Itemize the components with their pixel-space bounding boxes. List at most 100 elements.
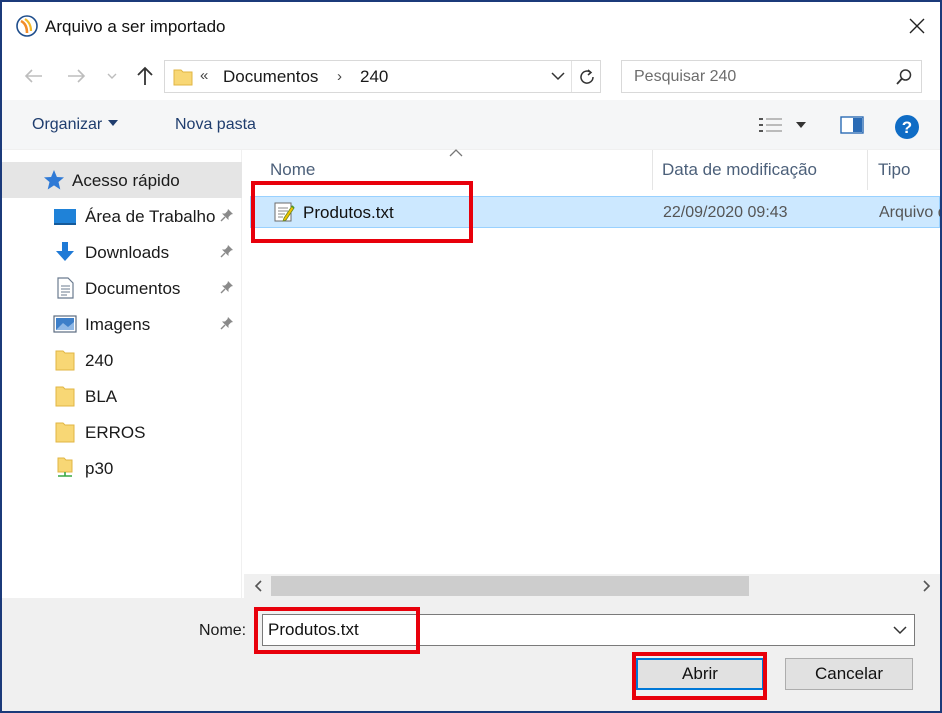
file-name-dropdown-button[interactable] [886, 615, 914, 645]
svg-text:?: ? [902, 118, 912, 137]
text-file-icon [274, 202, 295, 222]
table-row[interactable]: Produtos.txt 22/09/2020 09:43 Arquivo de… [250, 196, 940, 228]
sidebar-item-desktop[interactable]: Área de Trabalho [2, 198, 242, 234]
navigation-pane: Acesso rápido Área de Trabalho Downloads [2, 150, 242, 598]
sidebar-item-label: Acesso rápido [72, 171, 180, 190]
search-icon [896, 69, 912, 85]
arrow-left-icon [24, 69, 42, 83]
star-icon [44, 170, 64, 190]
pin-icon [220, 317, 233, 330]
folder-icon [55, 350, 75, 371]
view-options-dropdown[interactable] [795, 113, 807, 137]
column-header-date[interactable]: Data de modificação [662, 160, 817, 180]
navigation-bar: « Documentos › 240 [2, 52, 940, 100]
file-name-label: Nome: [199, 622, 247, 639]
dialog-footer: Nome: Abrir Cancelar [2, 598, 940, 711]
breadcrumb-separator[interactable]: › [337, 68, 342, 85]
folder-icon [173, 69, 193, 86]
search-input[interactable] [622, 61, 890, 92]
sidebar-item-label: p30 [85, 459, 114, 478]
pictures-icon [53, 315, 77, 333]
sort-ascending-icon [449, 149, 463, 157]
address-overflow[interactable]: « [200, 67, 208, 84]
column-header-row: Nome Data de modificação Tipo [244, 149, 940, 190]
chevron-left-icon [254, 580, 262, 592]
recent-locations-button[interactable] [102, 64, 122, 88]
new-folder-button[interactable]: Nova pasta [175, 116, 256, 134]
sidebar-item-pictures[interactable]: Imagens [2, 306, 242, 342]
caret-down-icon [108, 119, 119, 126]
help-button[interactable]: ? [894, 114, 920, 144]
file-list: Nome Data de modificação Tipo Produtos.t… [244, 149, 940, 598]
column-header-type[interactable]: Tipo [878, 160, 910, 180]
chevron-down-icon [107, 73, 117, 79]
sidebar-item-quick-access[interactable]: Acesso rápido [2, 162, 242, 198]
organize-label: Organizar [32, 116, 103, 133]
address-bar[interactable]: « Documentos › 240 [164, 60, 601, 93]
file-name-input[interactable] [263, 615, 883, 645]
refresh-icon [579, 68, 594, 84]
close-icon [909, 18, 925, 34]
file-open-dialog: Arquivo a ser importado « Documentos › 2… [0, 0, 942, 713]
column-divider[interactable] [867, 150, 868, 190]
preview-pane-icon [840, 116, 864, 134]
scroll-left-button[interactable] [251, 579, 265, 593]
file-type: Arquivo de Texto [879, 204, 940, 221]
folder-icon [55, 422, 75, 443]
sidebar-item-240[interactable]: 240 [2, 342, 242, 378]
arrow-up-icon [137, 66, 153, 85]
new-folder-label: Nova pasta [175, 116, 256, 133]
file-modified-date: 22/09/2020 09:43 [663, 204, 788, 221]
cancel-button[interactable]: Cancelar [785, 658, 913, 690]
scroll-thumb[interactable] [271, 576, 749, 596]
close-button[interactable] [894, 2, 940, 50]
address-dropdown-button[interactable] [545, 61, 571, 92]
back-button[interactable] [20, 64, 46, 88]
sidebar-item-label: ERROS [85, 423, 146, 442]
window-title: Arquivo a ser importado [45, 17, 226, 36]
sidebar-item-label: Downloads [85, 243, 170, 262]
sidebar-item-documents[interactable]: Documentos [2, 270, 242, 306]
sidebar-item-downloads[interactable]: Downloads [2, 234, 242, 270]
sidebar-item-label: Documentos [85, 279, 181, 298]
chevron-right-icon [923, 580, 931, 592]
breadcrumb-documentos[interactable]: Documentos [223, 67, 318, 87]
pin-icon [220, 245, 233, 258]
pin-icon [220, 281, 233, 294]
sidebar-item-bla[interactable]: BLA [2, 378, 242, 414]
change-view-button[interactable] [758, 113, 784, 137]
command-bar: Organizar Nova pasta [2, 100, 940, 150]
pin-icon [220, 209, 233, 222]
sidebar-item-label: BLA [85, 387, 118, 406]
file-name: Produtos.txt [303, 203, 394, 222]
sidebar-item-label: 240 [85, 351, 114, 370]
sidebar-item-label: Área de Trabalho [85, 207, 216, 226]
desktop-icon [54, 209, 76, 225]
chevron-down-icon [551, 72, 565, 81]
document-icon [57, 277, 74, 299]
column-divider[interactable] [652, 150, 653, 190]
network-folder-icon [57, 457, 73, 477]
sidebar-item-erros[interactable]: ERROS [2, 414, 242, 450]
app-logo-icon [16, 15, 38, 37]
details-view-icon [759, 118, 782, 132]
folder-icon [55, 386, 75, 407]
arrow-right-icon [68, 69, 86, 83]
preview-pane-button[interactable] [840, 113, 864, 137]
column-header-name[interactable]: Nome [270, 160, 315, 180]
organize-menu-button[interactable]: Organizar [32, 116, 119, 134]
file-name-combobox[interactable] [262, 614, 915, 646]
sidebar-item-p30[interactable]: p30 [2, 450, 242, 486]
horizontal-scrollbar[interactable] [244, 574, 940, 598]
help-icon: ? [895, 115, 919, 139]
sidebar-item-label: Imagens [85, 315, 151, 334]
refresh-button[interactable] [571, 61, 601, 92]
breadcrumb-240[interactable]: 240 [360, 67, 388, 87]
scroll-right-button[interactable] [920, 579, 934, 593]
search-box[interactable] [621, 60, 922, 93]
open-button[interactable]: Abrir [636, 658, 764, 690]
forward-button[interactable] [64, 64, 90, 88]
up-button[interactable] [132, 64, 158, 88]
title-bar: Arquivo a ser importado [2, 2, 940, 52]
caret-down-icon [796, 122, 806, 128]
